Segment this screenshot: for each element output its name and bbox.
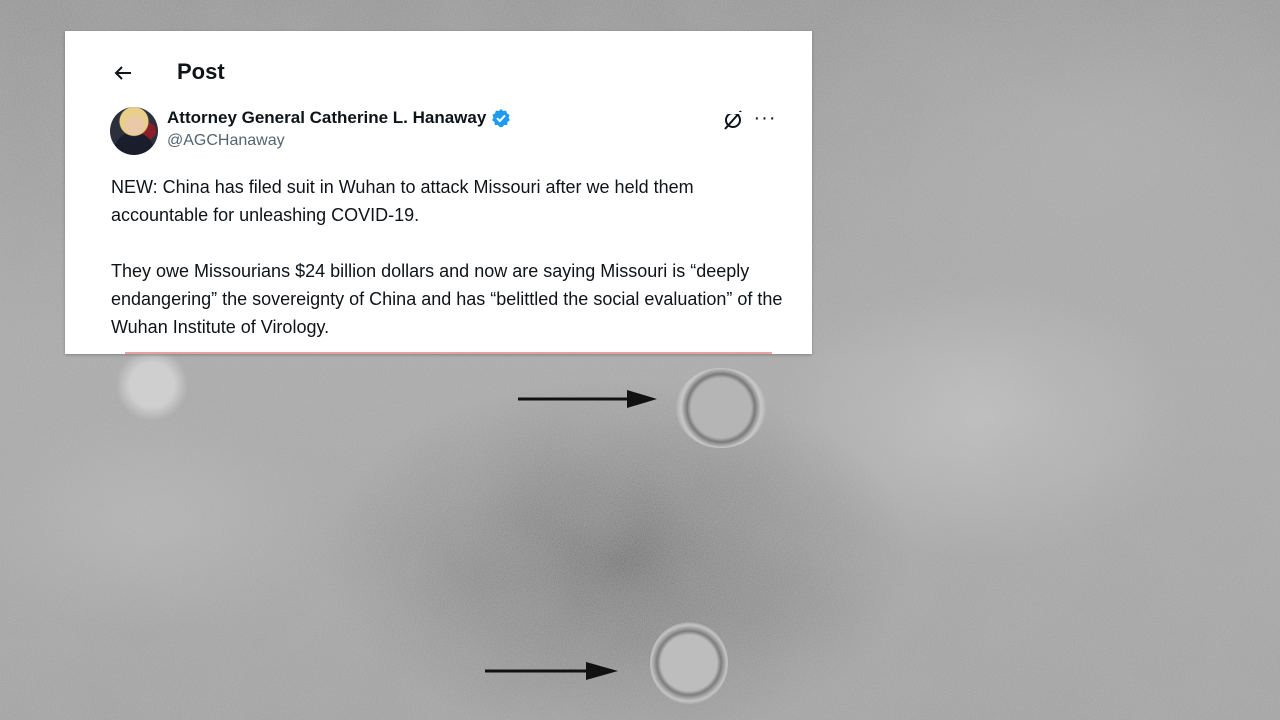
- virus-particle: [676, 368, 766, 448]
- cropped-edge-line: [125, 352, 772, 354]
- grok-icon[interactable]: [721, 108, 745, 132]
- back-arrow-icon[interactable]: [111, 61, 135, 85]
- virus-particle: [650, 622, 728, 704]
- more-icon[interactable]: ···: [753, 106, 777, 130]
- post-paragraph: NEW: China has filed suit in Wuhan to at…: [111, 177, 694, 225]
- virus-particle: [112, 350, 192, 420]
- post-card: Post Attorney General Catherine L. Hanaw…: [65, 31, 812, 354]
- page-title: Post: [177, 59, 225, 84]
- avatar[interactable]: [110, 107, 158, 155]
- pointer-arrow-upper: [518, 390, 657, 408]
- author-name[interactable]: Attorney General Catherine L. Hanaway: [167, 108, 486, 128]
- author-name-row[interactable]: Attorney General Catherine L. Hanaway: [167, 108, 511, 128]
- verified-badge-icon: [491, 108, 511, 128]
- pointer-arrow-lower: [485, 662, 618, 680]
- author-handle[interactable]: @AGCHanaway: [167, 132, 285, 150]
- post-paragraph: They owe Missourians $24 billion dollars…: [111, 261, 783, 337]
- post-text: NEW: China has filed suit in Wuhan to at…: [111, 173, 791, 341]
